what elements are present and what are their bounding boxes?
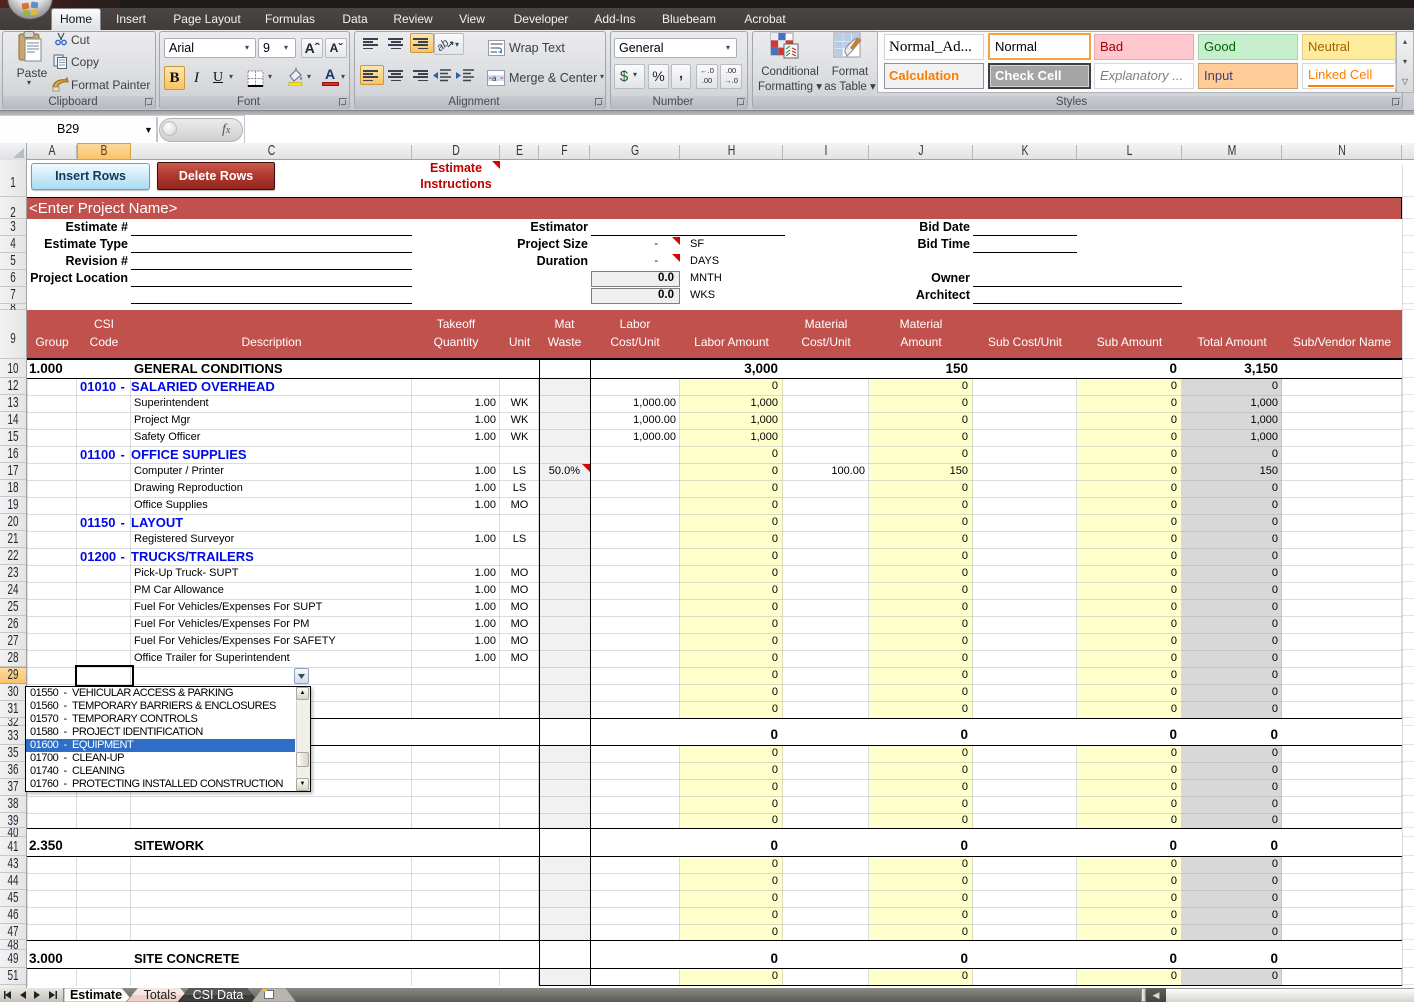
svg-text:ab: ab [438,37,451,51]
svg-text:a: a [492,74,497,83]
